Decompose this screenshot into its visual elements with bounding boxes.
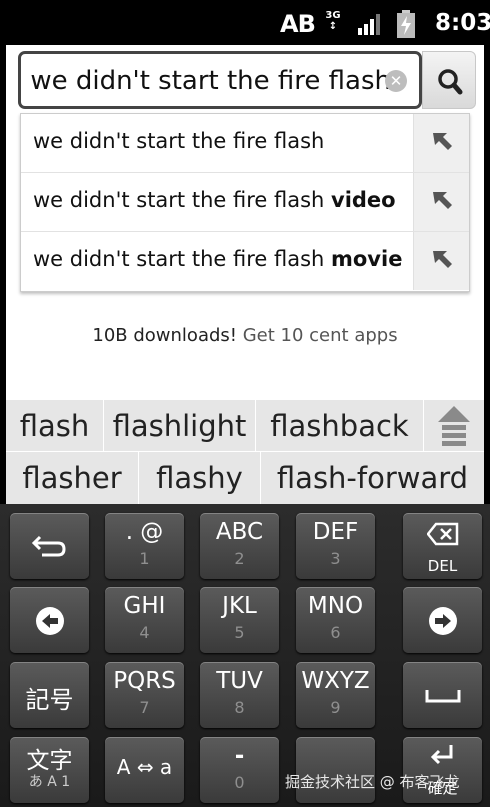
key-9[interactable]: WXYZ 9 [296, 662, 375, 728]
candidate-row: flasher flashy flash-forward [6, 452, 484, 504]
suggestion-base-text: we didn't start the fire flash [33, 188, 331, 212]
suggestion-text: we didn't start the fire flash video [33, 188, 396, 212]
search-input[interactable]: we didn't start the fire flash [31, 66, 391, 96]
search-field[interactable]: we didn't start the fire flash ✕ [18, 51, 422, 109]
suggestion-text: we didn't start the fire flash movie [33, 247, 402, 271]
suggestion-bold-text: movie [331, 247, 403, 271]
candidate-word[interactable]: flasher [6, 452, 139, 504]
key-1[interactable]: . @ 1 [105, 513, 184, 579]
suggestion-item[interactable]: we didn't start the fire flash movie [21, 232, 469, 291]
suggestion-list: we didn't start the fire flash we didn't… [20, 113, 470, 292]
key-label: ABC [215, 519, 264, 545]
key-7[interactable]: PQRS 7 [105, 662, 184, 728]
clear-icon[interactable]: ✕ [385, 70, 407, 92]
key-6[interactable]: MNO 6 [296, 587, 375, 653]
candidate-word[interactable]: flashlight [104, 400, 256, 452]
key-number: 6 [330, 623, 341, 642]
key-0[interactable]: - 0 [200, 737, 279, 803]
backspace-icon [427, 522, 459, 546]
key-label: WXYZ [301, 668, 370, 694]
candidate-bar: flash flashlight flashback flasher flash… [6, 400, 484, 504]
key-label: PQRS [113, 668, 176, 694]
refine-query-button[interactable] [413, 114, 469, 172]
suggestion-item[interactable]: we didn't start the fire flash [21, 114, 469, 173]
blank-key[interactable] [296, 737, 375, 803]
ad-link[interactable]: Get 10 cent apps [243, 325, 398, 346]
key-number: 9 [330, 698, 341, 717]
input-mode-sub: あ A 1 [28, 774, 71, 790]
arrow-up-left-icon [433, 192, 452, 209]
key-label: JKL [222, 593, 257, 619]
key-number: 2 [234, 549, 245, 568]
key-number: 5 [234, 623, 245, 642]
key-number: 1 [139, 549, 150, 568]
undo-icon [31, 535, 66, 557]
suggestion-base-text: we didn't start the fire flash [33, 129, 325, 153]
key-number: 4 [139, 623, 150, 642]
key-label: - [234, 743, 245, 769]
key-5[interactable]: JKL 5 [200, 587, 279, 653]
search-query-text: we didn't start the fire flash [31, 66, 391, 96]
symbols-label: 記号 [25, 686, 74, 714]
space-key[interactable] [403, 662, 482, 728]
key-number: 0 [234, 773, 245, 792]
suggestion-text: we didn't start the fire flash [33, 129, 324, 153]
key-label: . @ [125, 519, 164, 545]
candidate-word[interactable]: flash-forward [261, 452, 484, 504]
status-bar: AB 3G ↕ 8:03 [0, 0, 490, 45]
key-number: 8 [234, 698, 245, 717]
candidate-word[interactable]: flashy [139, 452, 261, 504]
candidate-row: flash flashlight flashback [6, 400, 484, 452]
space-icon [425, 690, 461, 703]
symbols-key[interactable]: 記号 [10, 662, 89, 728]
enter-key[interactable]: 確定 [403, 737, 482, 803]
input-mode-label: 文字 [26, 748, 73, 774]
arrow-up-left-icon [433, 251, 452, 268]
arrow-up-left-icon [433, 133, 452, 150]
key-label: TUV [216, 668, 263, 694]
input-mode-key[interactable]: 文字 あ A 1 [10, 737, 89, 803]
case-toggle-key[interactable]: A ⇔ a [105, 737, 184, 803]
clock: 8:03 [435, 10, 490, 36]
cursor-left-key[interactable] [10, 587, 89, 653]
key-label: MNO [307, 593, 364, 619]
enter-icon [430, 745, 453, 765]
search-screen: we didn't start the fire flash ✕ we didn… [6, 45, 484, 400]
expand-candidates-button[interactable] [424, 400, 484, 452]
ad-banner[interactable]: 10B downloads! Get 10 cent apps [6, 325, 484, 346]
key-8[interactable]: TUV 8 [200, 662, 279, 728]
arrow-left-icon [36, 607, 64, 635]
candidate-word[interactable]: flash [6, 400, 104, 452]
refine-query-button[interactable] [413, 173, 469, 231]
suggestion-item[interactable]: we didn't start the fire flash video [21, 173, 469, 232]
candidate-word[interactable]: flashback [256, 400, 424, 452]
signal-strength-icon [358, 14, 380, 35]
battery-charging-icon [397, 10, 415, 38]
key-label: GHI [123, 593, 166, 619]
delete-label: DEL [427, 557, 458, 575]
key-label: DEF [312, 519, 359, 545]
key-3[interactable]: DEF 3 [296, 513, 375, 579]
cursor-right-key[interactable] [403, 587, 482, 653]
key-number: 7 [139, 698, 150, 717]
case-toggle-label: A ⇔ a [116, 755, 173, 779]
network-type-icon: 3G ↕ [325, 10, 341, 32]
refine-query-button[interactable] [413, 232, 469, 290]
expand-up-icon [438, 406, 470, 446]
search-button[interactable] [422, 51, 476, 109]
suggestion-base-text: we didn't start the fire flash [33, 247, 331, 271]
ad-text: 10B downloads! [92, 325, 237, 346]
watermark: 掘金技术社区 @ 布客飞龙 [285, 773, 460, 791]
delete-key[interactable]: DEL [403, 513, 482, 579]
keyboard: . @ 1 ABC 2 DEF 3 DEL GHI 4 JKL 5 MNO 6 [0, 504, 490, 807]
arrow-right-icon [429, 607, 457, 635]
key-4[interactable]: GHI 4 [105, 587, 184, 653]
undo-key[interactable] [10, 513, 89, 579]
key-2[interactable]: ABC 2 [200, 513, 279, 579]
suggestion-bold-text: video [331, 188, 396, 212]
search-icon [438, 69, 463, 95]
input-mode-indicator: AB [280, 10, 316, 38]
network-type-label: 3G [325, 10, 341, 21]
key-number: 3 [330, 549, 341, 568]
